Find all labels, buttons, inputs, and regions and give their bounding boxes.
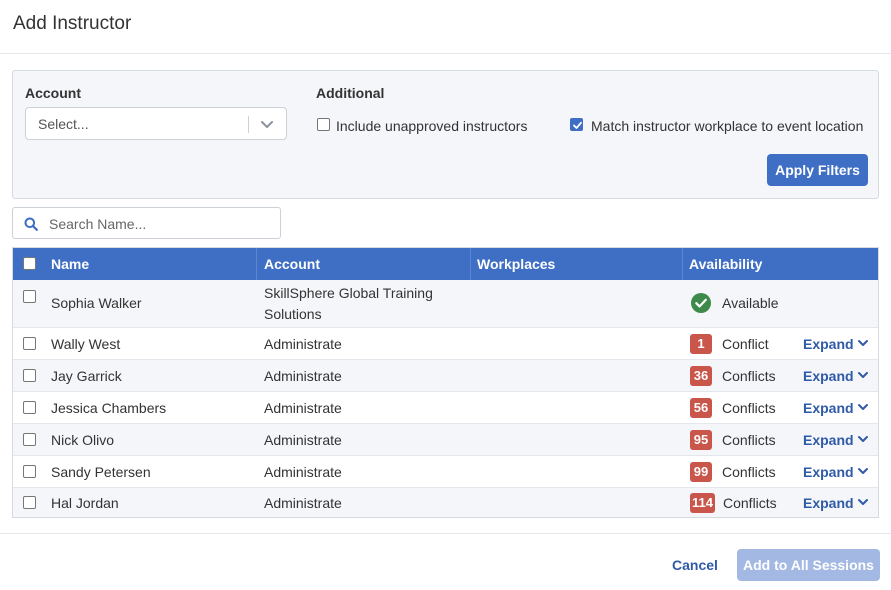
instructor-name: Jay Garrick: [51, 368, 122, 384]
expand-link[interactable]: Expand: [803, 336, 854, 352]
account-filter-label: Account: [25, 85, 81, 101]
availability-status: Conflicts: [722, 464, 776, 480]
instructor-name: Wally West: [51, 336, 121, 352]
cancel-button[interactable]: Cancel: [672, 557, 718, 573]
instructor-name: Nick Olivo: [51, 432, 115, 448]
account-select[interactable]: Select...: [25, 107, 287, 140]
row-checkbox[interactable]: [23, 433, 36, 446]
search-box[interactable]: [12, 207, 281, 239]
instructor-table: Name Account Workplaces Availability Sop…: [12, 247, 879, 518]
availability-status: Conflicts: [722, 432, 776, 448]
column-header-account[interactable]: Account: [264, 248, 320, 280]
table-row[interactable]: Sandy Petersen Administrate 99 Conflicts…: [13, 455, 878, 487]
instructor-name: Hal Jordan: [51, 495, 119, 511]
row-checkbox[interactable]: [23, 337, 36, 350]
chevron-down-icon[interactable]: [857, 465, 869, 477]
conflict-count-badge: 1: [690, 334, 712, 354]
include-unapproved-checkbox[interactable]: [317, 118, 330, 131]
table-row[interactable]: Jay Garrick Administrate 36 Conflicts Ex…: [13, 359, 878, 391]
instructor-account: Administrate: [264, 432, 342, 448]
availability-status: Conflicts: [722, 400, 776, 416]
column-header-workplaces[interactable]: Workplaces: [477, 248, 555, 280]
check-circle-icon: [691, 293, 711, 313]
additional-filter-label: Additional: [316, 85, 385, 101]
row-checkbox[interactable]: [23, 290, 36, 303]
column-divider: [682, 248, 683, 280]
availability-status: Available: [722, 295, 779, 311]
modal-header: Add Instructor: [0, 0, 891, 54]
table-row[interactable]: Sophia Walker SkillSphere Global Trainin…: [13, 280, 878, 327]
include-unapproved-label[interactable]: Include unapproved instructors: [336, 118, 527, 134]
table-row[interactable]: Wally West Administrate 1 Conflict Expan…: [13, 327, 878, 359]
instructor-account: Administrate: [264, 368, 342, 384]
column-header-availability[interactable]: Availability: [689, 248, 762, 280]
instructor-account: Administrate: [264, 400, 342, 416]
chevron-down-icon[interactable]: [857, 401, 869, 413]
table-row[interactable]: Hal Jordan Administrate 114 Conflicts Ex…: [13, 487, 878, 517]
table-row[interactable]: Jessica Chambers Administrate 56 Conflic…: [13, 391, 878, 423]
conflict-count-badge: 114: [690, 493, 715, 513]
account-select-value: Select...: [38, 116, 89, 132]
instructor-account-line1: SkillSphere Global Training: [264, 285, 433, 301]
instructor-account: Administrate: [264, 336, 342, 352]
expand-link[interactable]: Expand: [803, 400, 854, 416]
chevron-down-icon[interactable]: [259, 116, 275, 132]
availability-status: Conflicts: [722, 368, 776, 384]
instructor-name: Jessica Chambers: [51, 400, 167, 416]
row-checkbox[interactable]: [23, 496, 36, 509]
select-all-checkbox[interactable]: [23, 257, 36, 270]
conflict-count-badge: 99: [690, 462, 712, 482]
instructor-name: Sandy Petersen: [51, 464, 151, 480]
availability-status: Conflicts: [723, 495, 777, 511]
checkmark-icon: [573, 121, 582, 129]
row-checkbox[interactable]: [23, 465, 36, 478]
match-workplace-checkbox[interactable]: [570, 118, 583, 131]
conflict-count-badge: 56: [690, 398, 712, 418]
table-header: Name Account Workplaces Availability: [13, 248, 878, 280]
expand-link[interactable]: Expand: [803, 464, 854, 480]
apply-filters-button[interactable]: Apply Filters: [767, 154, 868, 186]
instructor-name: Sophia Walker: [51, 295, 142, 311]
row-checkbox[interactable]: [23, 369, 36, 382]
chevron-down-icon[interactable]: [857, 433, 869, 445]
row-checkbox[interactable]: [23, 401, 36, 414]
availability-status: Conflict: [722, 336, 769, 352]
conflict-count-badge: 95: [690, 430, 712, 450]
column-header-name[interactable]: Name: [51, 248, 89, 280]
column-divider: [256, 248, 257, 280]
modal-title: Add Instructor: [13, 13, 132, 34]
chevron-down-icon[interactable]: [857, 496, 869, 508]
expand-link[interactable]: Expand: [803, 368, 854, 384]
footer-divider: [0, 533, 891, 534]
instructor-account-line2: Solutions: [264, 306, 322, 322]
search-icon: [24, 217, 38, 231]
chevron-down-icon[interactable]: [857, 369, 869, 381]
select-divider: [248, 116, 249, 133]
instructor-account: Administrate: [264, 495, 342, 511]
match-workplace-label[interactable]: Match instructor workplace to event loca…: [591, 118, 863, 134]
search-input[interactable]: [49, 214, 274, 234]
conflict-count-badge: 36: [690, 366, 712, 386]
column-divider: [470, 248, 471, 280]
filter-panel: Account Select... Additional Include una…: [12, 70, 879, 199]
chevron-down-icon[interactable]: [857, 337, 869, 349]
expand-link[interactable]: Expand: [803, 432, 854, 448]
expand-link[interactable]: Expand: [803, 495, 854, 511]
instructor-account: Administrate: [264, 464, 342, 480]
add-to-all-sessions-button[interactable]: Add to All Sessions: [737, 549, 880, 581]
table-row[interactable]: Nick Olivo Administrate 95 Conflicts Exp…: [13, 423, 878, 455]
